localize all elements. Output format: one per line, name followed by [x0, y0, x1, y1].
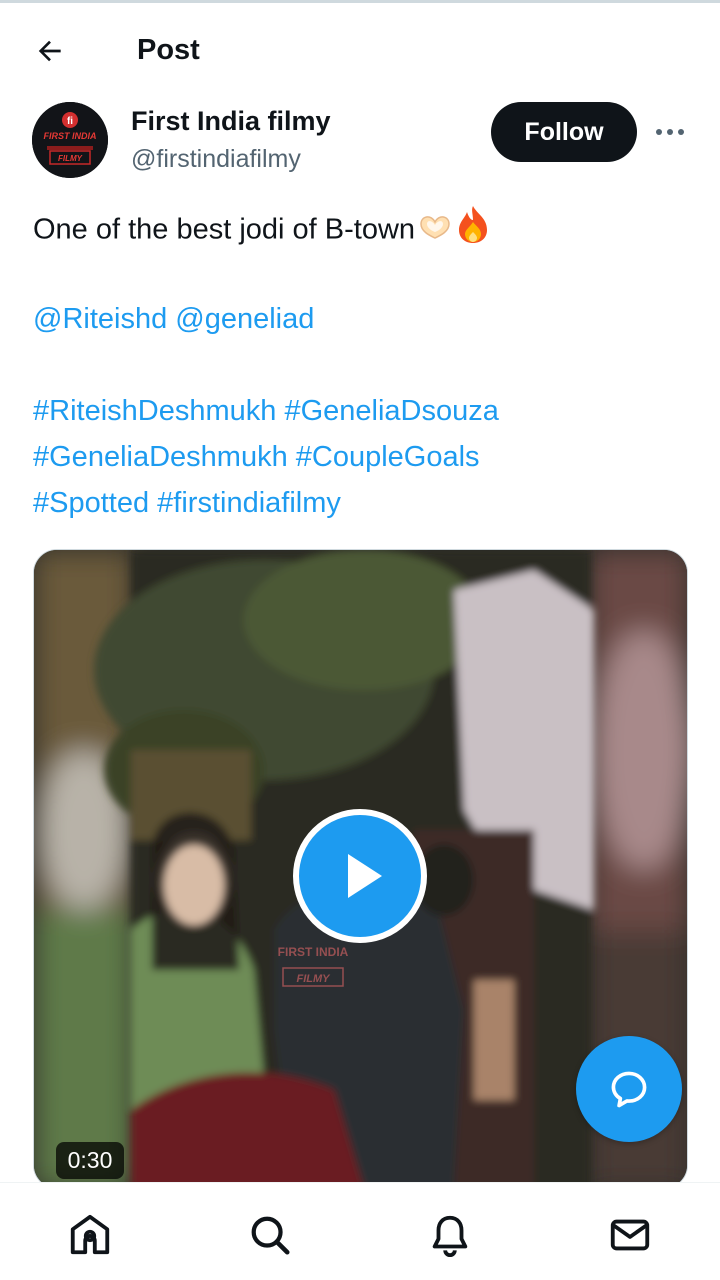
bottom-navigation: [0, 1182, 720, 1280]
arrow-left-icon: [38, 40, 61, 62]
first-india-filmy-logo: fi FIRST INDIA FILMY: [32, 102, 108, 178]
svg-text:fi: fi: [67, 116, 73, 127]
svg-text:FIRST INDIA: FIRST INDIA: [44, 131, 97, 141]
reply-fab[interactable]: [576, 1036, 682, 1142]
svg-text:FILMY: FILMY: [58, 154, 83, 163]
svg-text:FIRST INDIA: FIRST INDIA: [278, 945, 349, 959]
reply-icon: [611, 1071, 647, 1108]
messages-icon: [610, 1219, 650, 1251]
play-icon: [348, 854, 382, 898]
nav-notifications[interactable]: [426, 1211, 474, 1259]
post-text: One of the best jodi of B-town: [33, 204, 693, 258]
svg-text:FILMY: FILMY: [297, 973, 332, 985]
video-duration: 0:30: [56, 1142, 124, 1179]
fire-icon: [455, 204, 491, 258]
play-button[interactable]: [293, 809, 427, 943]
avatar[interactable]: fi FIRST INDIA FILMY: [32, 102, 108, 178]
post-mentions[interactable]: @Riteishd @geneliad: [33, 296, 314, 342]
follow-button[interactable]: Follow: [491, 102, 637, 162]
page-title: Post: [137, 34, 200, 66]
more-options-button[interactable]: [650, 114, 690, 150]
heart-hands-icon: [417, 208, 453, 254]
author-display-name[interactable]: First India filmy: [131, 104, 331, 138]
notifications-icon: [432, 1215, 468, 1257]
more-horizontal-icon: [656, 129, 684, 135]
post-hashtags-line-2[interactable]: #GeneliaDeshmukh #CoupleGoals: [33, 434, 480, 480]
nav-home[interactable]: [66, 1211, 114, 1259]
nav-messages[interactable]: [606, 1211, 654, 1259]
home-icon: [70, 1214, 110, 1255]
post-hashtags-line-3[interactable]: #Spotted #firstindiafilmy: [33, 480, 341, 526]
post-hashtags-line-1[interactable]: #RiteishDeshmukh #GeneliaDsouza: [33, 388, 499, 434]
header: Post: [0, 3, 720, 91]
post-text-body: One of the best jodi of B-town: [33, 213, 416, 246]
back-button[interactable]: [30, 31, 70, 71]
author-handle[interactable]: @firstindiafilmy: [131, 143, 301, 175]
nav-search[interactable]: [246, 1211, 294, 1259]
search-icon: [251, 1216, 290, 1255]
